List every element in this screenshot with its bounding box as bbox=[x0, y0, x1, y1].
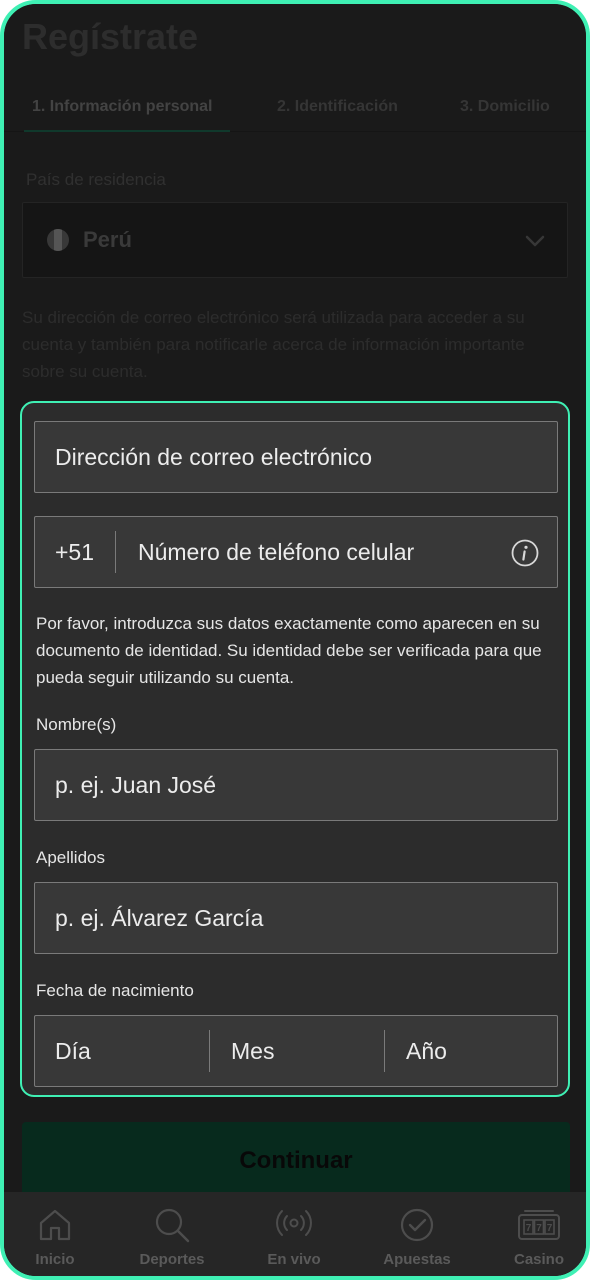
phone-separator bbox=[115, 531, 116, 573]
search-icon bbox=[155, 1208, 190, 1243]
check-circle-icon bbox=[400, 1208, 434, 1242]
nav-item-live[interactable]: En vivo bbox=[239, 1192, 349, 1276]
first-name-field[interactable]: p. ej. Juan José bbox=[34, 749, 558, 821]
active-tab-indicator bbox=[24, 130, 230, 132]
email-placeholder: Dirección de correo electrónico bbox=[55, 444, 373, 470]
tab-identification[interactable]: 2. Identificación bbox=[277, 98, 398, 116]
peru-flag-icon bbox=[47, 229, 69, 251]
tab-personal-info[interactable]: 1. Información personal bbox=[32, 98, 212, 116]
step-tabs: 1. Información personal 2. Identificació… bbox=[4, 88, 586, 132]
email-usage-info: Su dirección de correo electrónico será … bbox=[22, 308, 525, 381]
bottom-nav: Inicio Deportes En vivo Apuestas 7 7 7 C… bbox=[4, 1192, 586, 1276]
slot-machine-icon: 7 7 7 bbox=[518, 1210, 560, 1240]
svg-text:7: 7 bbox=[547, 1223, 553, 1234]
country-select[interactable]: Perú bbox=[22, 202, 568, 278]
tab-address[interactable]: 3. Domicilio bbox=[460, 98, 550, 116]
page-title: Regístrate bbox=[22, 16, 199, 57]
phone-placeholder: Número de teléfono celular bbox=[138, 539, 415, 565]
svg-text:7: 7 bbox=[526, 1223, 532, 1234]
dob-separator bbox=[209, 1030, 210, 1072]
svg-text:7: 7 bbox=[536, 1223, 542, 1234]
dob-year-select[interactable]: Año bbox=[406, 1038, 447, 1065]
nav-label-live: En vivo bbox=[267, 1251, 321, 1268]
nav-label-casino: Casino bbox=[513, 1251, 564, 1268]
nav-item-casino[interactable]: 7 7 7 Casino bbox=[484, 1192, 586, 1276]
nav-label-bets: Apuestas bbox=[383, 1251, 451, 1268]
screen: Regístrate 1. Información personal 2. Id… bbox=[4, 4, 586, 1276]
continue-button[interactable]: Continuar bbox=[22, 1122, 570, 1196]
nav-item-sports[interactable]: Deportes bbox=[117, 1192, 227, 1276]
phone-field[interactable]: +51 Número de teléfono celular bbox=[34, 516, 558, 588]
country-label: País de residencia bbox=[26, 170, 166, 189]
dob-separator bbox=[384, 1030, 385, 1072]
nav-item-home[interactable]: Inicio bbox=[4, 1192, 110, 1276]
phone-prefix[interactable]: +51 bbox=[55, 539, 94, 566]
last-name-label: Apellidos bbox=[36, 848, 105, 867]
first-name-placeholder: p. ej. Juan José bbox=[55, 772, 217, 798]
last-name-placeholder: p. ej. Álvarez García bbox=[55, 905, 264, 931]
dob-field: Día Mes Año bbox=[34, 1015, 558, 1087]
nav-item-bets[interactable]: Apuestas bbox=[362, 1192, 472, 1276]
device-frame: Regístrate 1. Información personal 2. Id… bbox=[0, 0, 590, 1280]
identity-note: Por favor, introduzca sus datos exactame… bbox=[36, 614, 542, 687]
chevron-down-icon bbox=[525, 235, 545, 247]
nav-label-home: Inicio bbox=[35, 1251, 75, 1268]
last-name-field[interactable]: p. ej. Álvarez García bbox=[34, 882, 558, 954]
highlighted-form-card: Dirección de correo electrónico +51 Núme… bbox=[20, 401, 570, 1097]
live-icon bbox=[276, 1210, 312, 1236]
info-icon[interactable] bbox=[511, 539, 539, 567]
country-value: Perú bbox=[83, 227, 132, 252]
first-name-label: Nombre(s) bbox=[36, 715, 117, 734]
dob-label: Fecha de nacimiento bbox=[36, 981, 194, 1000]
dob-month-select[interactable]: Mes bbox=[231, 1038, 274, 1065]
dob-day-select[interactable]: Día bbox=[55, 1038, 91, 1065]
home-icon bbox=[39, 1209, 71, 1241]
email-field[interactable]: Dirección de correo electrónico bbox=[34, 421, 558, 493]
nav-label-sports: Deportes bbox=[139, 1251, 205, 1268]
